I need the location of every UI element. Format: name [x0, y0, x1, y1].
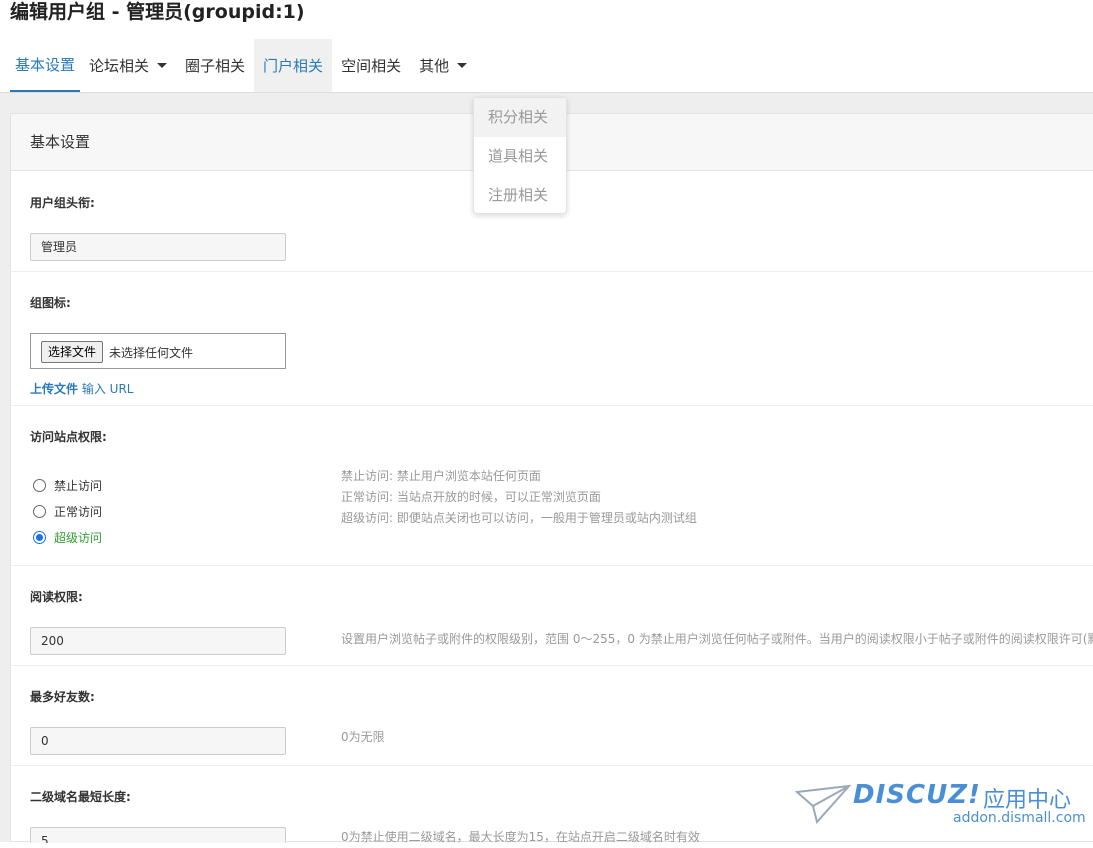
radio-option-super[interactable]: 超级访问	[33, 529, 102, 546]
tab-space[interactable]: 空间相关	[332, 39, 410, 92]
row-max-friends: 最多好友数: 0 0为无限	[11, 666, 1093, 766]
watermark-url: addon.dismall.com	[953, 810, 1086, 826]
row-access: 访问站点权限: 禁止访问 正常访问 超级访问 禁止访问: 禁止用户浏览本站任何页…	[11, 406, 1093, 566]
tab-label: 基本设置	[15, 55, 76, 74]
radio-label: 正常访问	[54, 505, 103, 519]
radio-label: 超级访问	[54, 531, 103, 545]
radio-circle-icon[interactable]	[33, 505, 46, 518]
tab-other[interactable]: 其他	[410, 39, 476, 92]
max-friends-input[interactable]: 0	[30, 727, 286, 755]
tab-portal[interactable]: 门户相关	[254, 39, 333, 92]
menu-item-props[interactable]: 道具相关	[474, 137, 566, 176]
field-label: 最多好友数:	[30, 690, 95, 704]
access-hint: 禁止访问: 禁止用户浏览本站任何页面 正常访问: 当站点开放的时候，可以正常浏览…	[341, 466, 697, 529]
file-status: 未选择任何文件	[109, 346, 194, 360]
caret-down-icon	[157, 63, 168, 68]
tab-label: 其他	[419, 56, 450, 75]
tab-label: 空间相关	[341, 56, 402, 75]
tab-bar: 基本设置 论坛相关 圈子相关 门户相关 空间相关 其他	[10, 39, 476, 92]
row-read-level: 阅读权限: 200 设置用户浏览帖子或附件的权限级别，范围 0～255，0 为禁…	[11, 566, 1093, 666]
radio-checked-icon[interactable]	[33, 531, 46, 544]
settings-panel: 基本设置 用户组头衔: 管理员 组图标: 选择文件 未选择任何文件 上传文件 输…	[10, 113, 1093, 844]
hint-line: 禁止访问: 禁止用户浏览本站任何页面	[341, 469, 541, 483]
file-input: 选择文件 未选择任何文件	[30, 333, 286, 369]
read-level-input[interactable]: 200	[30, 627, 286, 655]
field-label: 访问站点权限:	[30, 430, 107, 444]
hint-line: 正常访问: 当站点开放的时候，可以正常浏览页面	[341, 490, 601, 504]
group-title-input[interactable]: 管理员	[30, 233, 286, 261]
radio-option-normal[interactable]: 正常访问	[33, 503, 102, 520]
hint-line: 超级访问: 即便站点关闭也可以访问，一般用于管理员或站内测试组	[341, 511, 697, 525]
max-friends-hint: 0为无限	[341, 730, 385, 744]
domain-length-input[interactable]: 5	[30, 827, 286, 843]
radio-option-forbidden[interactable]: 禁止访问	[33, 477, 102, 494]
other-dropdown-menu: 积分相关 道具相关 注册相关	[473, 97, 567, 214]
watermark-logo: DISCUZ!	[853, 780, 981, 810]
field-label: 组图标:	[30, 296, 71, 310]
field-label: 二级域名最短长度:	[30, 790, 131, 804]
radio-circle-icon[interactable]	[33, 479, 46, 492]
field-label: 阅读权限:	[30, 590, 83, 604]
enter-url-link[interactable]: 输入 URL	[82, 382, 134, 396]
tab-label: 圈子相关	[185, 56, 246, 75]
domain-length-hint: 0为禁止使用二级域名，最大长度为15，在站点开启二级域名时有效	[341, 830, 700, 844]
caret-down-icon	[457, 63, 468, 68]
row-group-icon: 组图标: 选择文件 未选择任何文件 上传文件 输入 URL	[11, 272, 1093, 406]
icon-source-links: 上传文件 输入 URL	[30, 380, 133, 397]
tab-label: 论坛相关	[89, 56, 150, 75]
tab-forum[interactable]: 论坛相关	[80, 39, 176, 92]
paper-plane-icon	[795, 784, 851, 824]
radio-label: 禁止访问	[54, 479, 103, 493]
tab-circle[interactable]: 圈子相关	[176, 39, 254, 92]
upload-file-link[interactable]: 上传文件	[30, 382, 78, 396]
watermark: DISCUZ! 应用中心 addon.dismall.com	[795, 780, 1086, 830]
field-label: 用户组头衔:	[30, 196, 95, 210]
page-title: 编辑用户组 - 管理员(groupid:1)	[10, 1, 305, 23]
choose-file-button[interactable]: 选择文件	[41, 341, 104, 363]
menu-item-register[interactable]: 注册相关	[474, 176, 566, 215]
tab-label: 门户相关	[263, 56, 324, 75]
menu-item-credits[interactable]: 积分相关	[474, 98, 566, 137]
tab-basic-settings[interactable]: 基本设置	[10, 39, 81, 92]
read-level-hint: 设置用户浏览帖子或附件的权限级别，范围 0～255，0 为禁止用户浏览任何帖子或…	[341, 632, 1093, 646]
